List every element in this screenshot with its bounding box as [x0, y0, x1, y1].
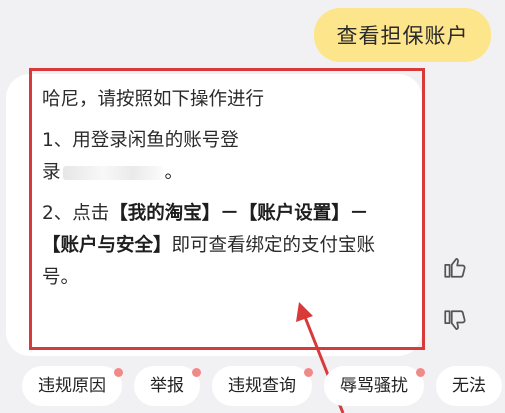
- notification-dot: [192, 368, 201, 377]
- quick-reply-chip[interactable]: 无法: [436, 366, 502, 406]
- dislike-button[interactable]: [436, 302, 474, 340]
- quick-reply-bar: 违规原因 举报 违规查询 辱骂骚扰 无法: [22, 366, 502, 406]
- notification-dot: [304, 368, 313, 377]
- quick-reply-chip[interactable]: 举报: [134, 366, 201, 406]
- quick-reply-chip[interactable]: 违规原因: [22, 366, 123, 406]
- thumbs-down-icon: [444, 310, 466, 330]
- red-arrow-annotation: [296, 302, 345, 413]
- thumbs-up-icon: [444, 258, 466, 278]
- like-button[interactable]: [436, 248, 474, 286]
- notification-dot: [114, 368, 123, 377]
- quick-reply-chip[interactable]: 违规查询: [212, 366, 313, 406]
- notification-dot: [416, 368, 425, 377]
- quick-reply-chip[interactable]: 辱骂骚扰: [324, 366, 425, 406]
